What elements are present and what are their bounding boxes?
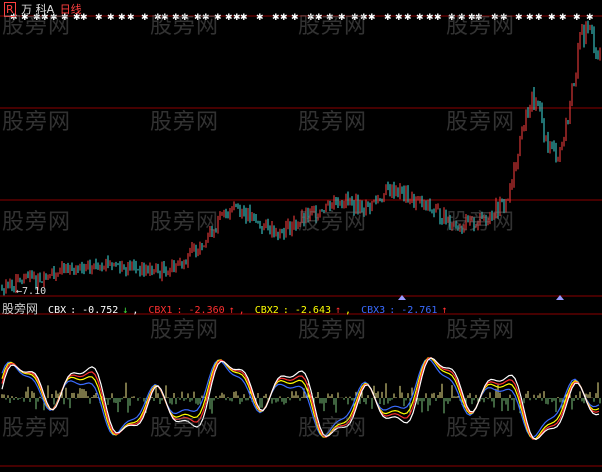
cbx2-key: CBX2: [254, 305, 279, 316]
cbx3-arrow-icon: ↑: [441, 305, 448, 316]
star-marker: ✱: [338, 13, 346, 23]
star-marker: ✱: [395, 13, 403, 23]
cbx-readout: CBX: -0.752 ↓,: [48, 305, 139, 316]
candles: [1, 20, 601, 296]
star-marker: ✱: [351, 13, 359, 23]
star-marker: ✱: [384, 13, 392, 23]
cbx-key: CBX: [48, 305, 67, 316]
flag-badge: R: [4, 2, 16, 17]
cbx1-value: -2.360: [188, 305, 225, 316]
star-marker: ✱: [360, 13, 368, 23]
star-marker: ✱: [225, 13, 233, 23]
star-marker: ✱: [214, 13, 222, 23]
cbx1-arrow-icon: ↑: [228, 305, 235, 316]
star-marker: ✱: [526, 13, 534, 23]
cbx2-readout: CBX2: -2.643 ↑,: [254, 305, 352, 316]
indicator-title: 股旁网: [2, 302, 39, 316]
star-marker: ✱: [307, 13, 315, 23]
star-marker: ✱: [500, 13, 508, 23]
star-marker: ✱: [161, 13, 169, 23]
star-marker: ✱: [458, 13, 466, 23]
indicator-header: 股旁网 CBX: -0.752 ↓, CBX1: -2.360 ↑, CBX2: -…: [2, 300, 455, 317]
star-marker: ✱: [535, 13, 543, 23]
price-grid: [0, 15, 602, 297]
star-marker: ✱: [326, 13, 334, 23]
star-marker: ✱: [426, 13, 434, 23]
star-marker: ✱: [107, 13, 115, 23]
star-marker: ✱: [368, 13, 376, 23]
star-marker: ✱: [172, 13, 180, 23]
star-marker: ✱: [202, 13, 210, 23]
star-marker: ✱: [448, 13, 456, 23]
cbx1-readout: CBX1: -2.360 ↑,: [148, 305, 245, 316]
star-marker: ✱: [586, 13, 594, 23]
cbx2-arrow-icon: ↑: [335, 305, 342, 316]
star-marker: ✱: [127, 13, 135, 23]
cbx1-key: CBX1: [148, 305, 173, 316]
star-marker: ✱: [491, 13, 499, 23]
cbx3-readout: CBX3: -2.761 ↑: [361, 305, 448, 316]
cbx3-key: CBX3: [361, 305, 386, 316]
star-marker: ✱: [291, 13, 299, 23]
cbx2-value: -2.643: [294, 305, 331, 316]
price-low-label: ←7.10: [16, 286, 46, 297]
star-marker: ✱: [416, 13, 424, 23]
star-marker: ✱: [118, 13, 126, 23]
star-marker: ✱: [256, 13, 264, 23]
stock-name: 万 科A: [21, 3, 55, 16]
low-value: 7.10: [22, 286, 47, 297]
star-marker: ✱: [141, 13, 149, 23]
ind-grid: [0, 313, 602, 467]
star-marker: ✱: [272, 13, 280, 23]
cbx3-value: -2.761: [401, 305, 438, 316]
star-markers: ✱ ✱ ✱ ✱ ✱ ✱ ✱ ✱ ✱ ✱ ✱ ✱ ✱ ✱ ✱ ✱ ✱ ✱ ✱ ✱ ✱ ✱ ✱ ✱ ✱ ✱ ✱ ✱ ✱ ✱ ✱ ✱ ✱ ✱ ✱ ✱ ✱ ✱ ✱ ✱…: [10, 13, 594, 23]
star-marker: ✱: [240, 13, 248, 23]
star-marker: ✱: [315, 13, 323, 23]
star-marker: ✱: [404, 13, 412, 23]
star-marker: ✱: [95, 13, 103, 23]
star-marker: ✱: [475, 13, 483, 23]
star-marker: ✱: [515, 13, 523, 23]
star-marker: ✱: [194, 13, 202, 23]
chart-header: R 万 科A 日线: [4, 1, 84, 17]
star-marker: ✱: [559, 13, 567, 23]
cbx-arrow-icon: ↓: [122, 305, 129, 316]
cbx-value: -0.752: [82, 305, 119, 316]
star-marker: ✱: [181, 13, 189, 23]
star-marker: ✱: [280, 13, 288, 23]
period-label: 日线: [59, 3, 82, 16]
star-marker: ✱: [573, 13, 581, 23]
star-marker: ✱: [434, 13, 442, 23]
kline-chart[interactable]: ✱ ✱ ✱ ✱ ✱ ✱ ✱ ✱ ✱ ✱ ✱ ✱ ✱ ✱ ✱ ✱ ✱ ✱ ✱ ✱ ✱ ✱ ✱ ✱ ✱ ✱ ✱ ✱ ✱ ✱ ✱ ✱ ✱ ✱ ✱ ✱ ✱ ✱ ✱ ✱…: [0, 0, 602, 472]
star-marker: ✱: [548, 13, 556, 23]
